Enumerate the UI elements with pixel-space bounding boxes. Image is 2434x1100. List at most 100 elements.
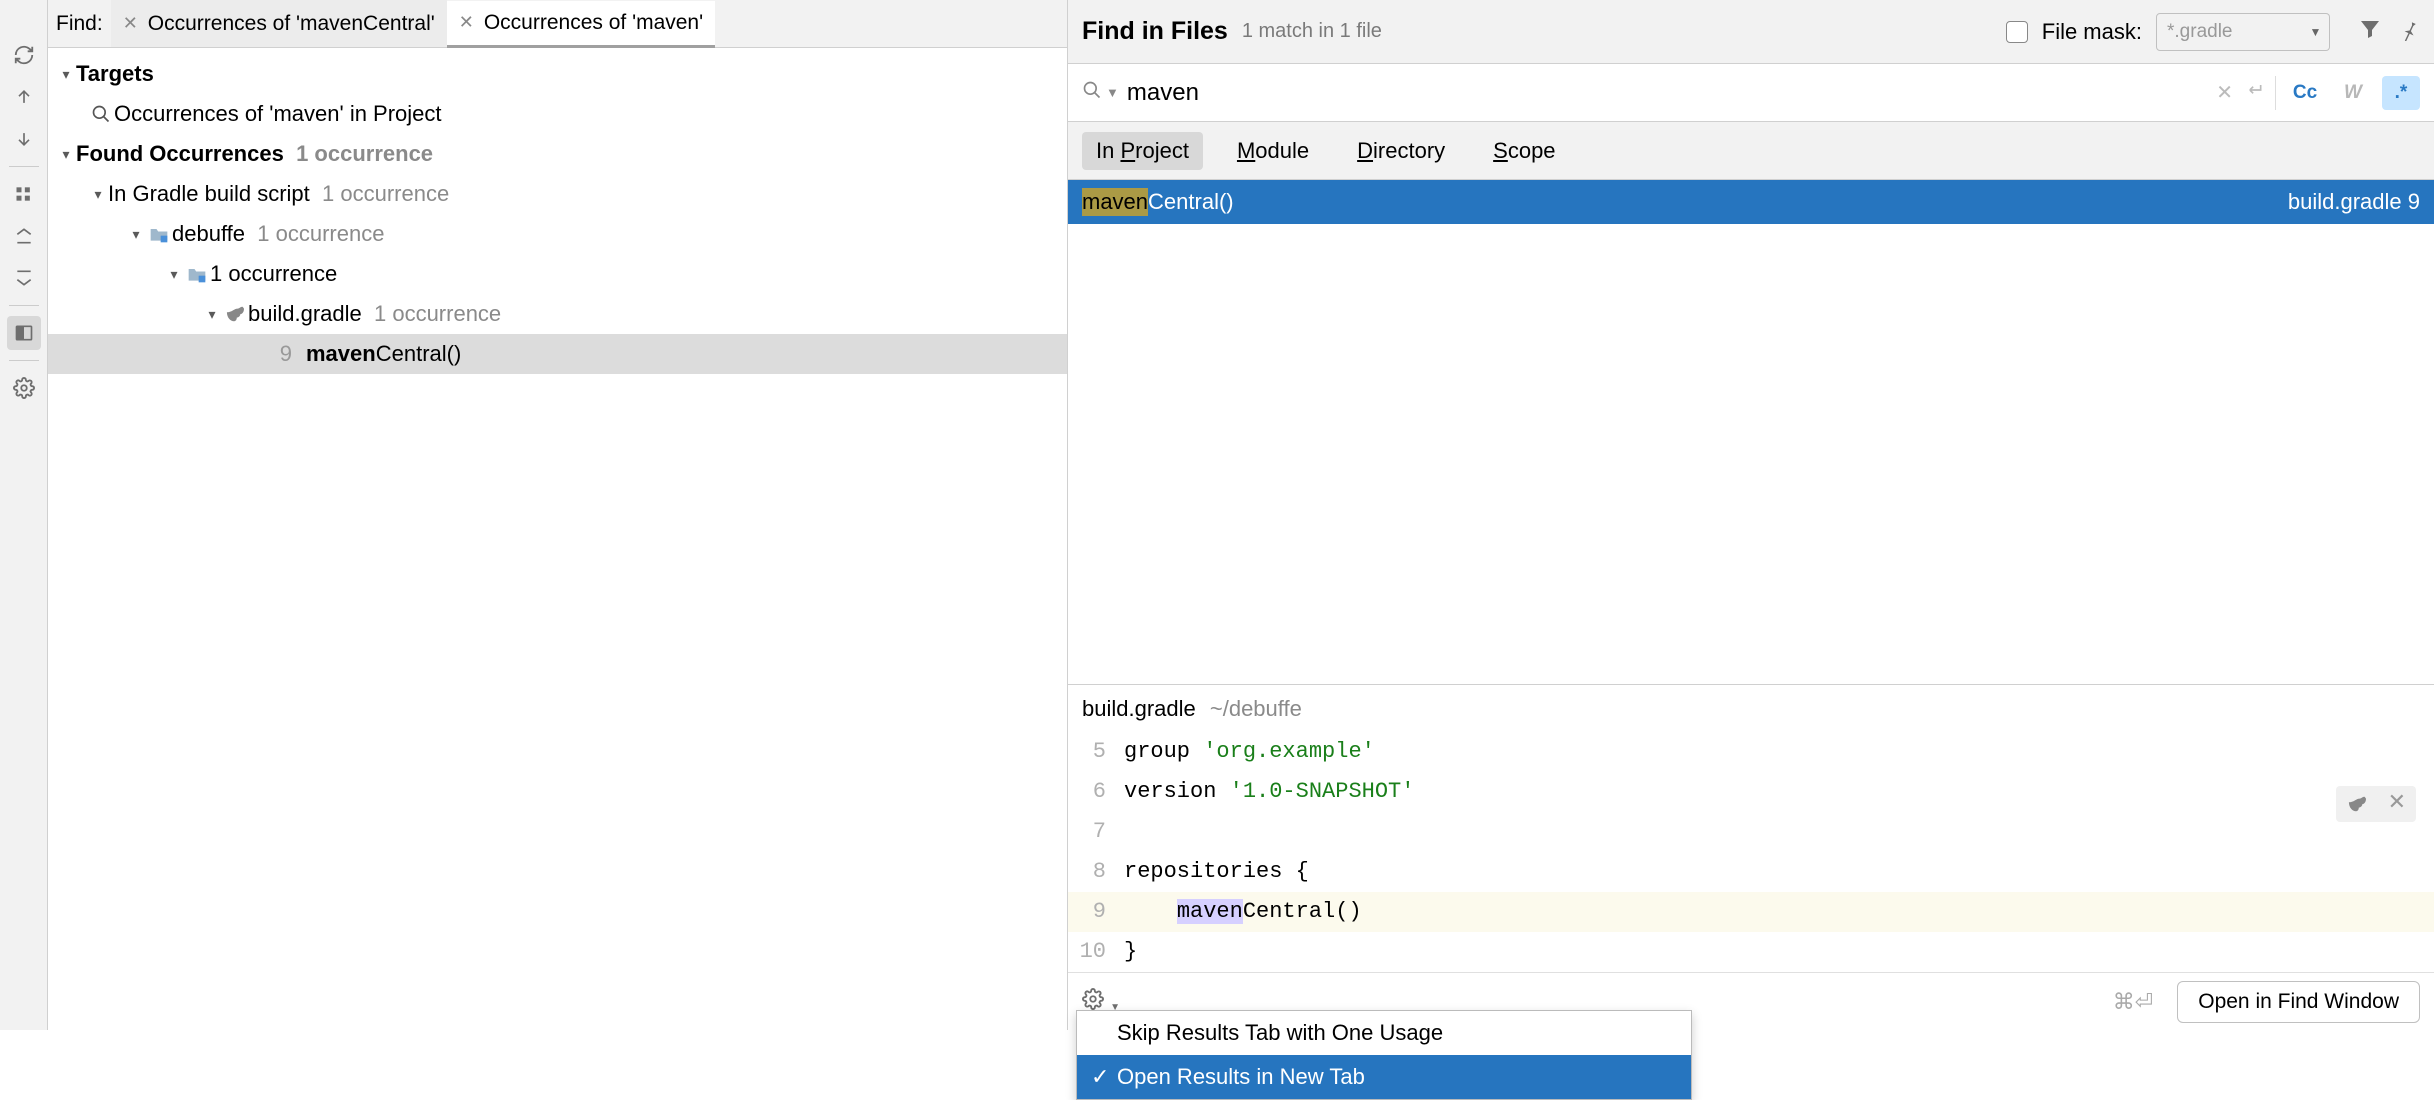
popup-skip-results[interactable]: Skip Results Tab with One Usage	[1077, 1011, 1691, 1055]
gutter-line: 8	[1068, 852, 1124, 892]
result-row[interactable]: mavenCentral() build.gradle 9	[1068, 180, 2434, 224]
chevron-down-icon[interactable]: ▾	[202, 306, 222, 323]
tree-label: build.gradle	[248, 301, 362, 327]
case-sensitive-toggle[interactable]: Cc	[2286, 76, 2324, 110]
whole-word-toggle[interactable]: W	[2334, 76, 2372, 110]
find-tab-mavencentral[interactable]: ✕ Occurrences of 'mavenCentral'	[111, 0, 447, 47]
gradle-reload-inlay[interactable]: ✕	[2336, 786, 2416, 822]
separator	[2275, 76, 2276, 110]
tree-node-module[interactable]: ▾ 1 occurrence	[48, 254, 1067, 294]
tab-label: Occurrences of 'maven'	[484, 11, 703, 35]
find-tab-maven[interactable]: ✕ Occurrences of 'maven'	[447, 1, 715, 48]
file-mask-checkbox[interactable]	[2006, 21, 2028, 43]
result-match-rest: Central()	[1148, 189, 1234, 215]
find-in-files-dialog: Find in Files 1 match in 1 file File mas…	[1068, 0, 2434, 1030]
arrow-up-icon[interactable]	[7, 80, 41, 114]
chevron-down-icon[interactable]: ▾	[56, 146, 76, 163]
tree-node-match[interactable]: 9 mavenCentral()	[48, 334, 1067, 374]
tab-label: Occurrences of 'mavenCentral'	[148, 12, 435, 36]
arrow-down-icon[interactable]	[7, 122, 41, 156]
tree-node-search-desc[interactable]: Occurrences of 'maven' in Project	[48, 94, 1067, 134]
find-panel: Find: ✕ Occurrences of 'mavenCentral' ✕ …	[48, 0, 1068, 1030]
tree-count: 1 occurrence	[296, 141, 433, 167]
group-icon[interactable]	[7, 177, 41, 211]
folder-icon	[146, 225, 172, 243]
dialog-header: Find in Files 1 match in 1 file File mas…	[1068, 0, 2434, 64]
clear-icon[interactable]: ✕	[2216, 80, 2233, 105]
popup-open-new-tab[interactable]: ✓ Open Results in New Tab	[1077, 1055, 1691, 1099]
toolbar-separator	[9, 360, 39, 361]
find-header: Find: ✕ Occurrences of 'mavenCentral' ✕ …	[48, 0, 1067, 48]
results-empty-area	[1068, 224, 2434, 684]
left-toolbar	[0, 0, 48, 1030]
gear-popup: Skip Results Tab with One Usage ✓ Open R…	[1076, 1010, 1692, 1100]
tree-label: In Gradle build script	[108, 181, 310, 207]
gutter-line: 9	[1068, 892, 1124, 932]
chevron-down-icon[interactable]: ▾	[88, 186, 108, 203]
close-icon[interactable]: ✕	[459, 12, 474, 33]
newline-icon[interactable]	[2243, 80, 2265, 106]
preview-path: ~/debuffe	[1210, 696, 1302, 722]
toolbar-separator	[9, 305, 39, 306]
toolbar-separator	[9, 166, 39, 167]
filter-icon[interactable]	[2358, 17, 2382, 47]
scope-scope[interactable]: Scope	[1479, 132, 1569, 170]
dialog-title: Find in Files	[1082, 17, 1228, 46]
file-mask-label: File mask:	[2042, 19, 2142, 45]
dialog-subtitle: 1 match in 1 file	[1242, 20, 1382, 43]
dialog-footer: ▼ ⌘⏎ Open in Find Window Skip Results Ta…	[1068, 972, 2434, 1030]
collapse-all-icon[interactable]	[7, 261, 41, 295]
folder-icon	[184, 265, 210, 283]
tree-label: Found Occurrences	[76, 141, 284, 167]
settings-icon[interactable]	[7, 371, 41, 405]
scope-row: In Project Module Directory Scope	[1068, 122, 2434, 180]
chevron-down-icon[interactable]: ▼	[2302, 13, 2330, 51]
tree-node-file[interactable]: ▾ build.gradle 1 occurrence	[48, 294, 1067, 334]
result-file-label: build.gradle 9	[2288, 189, 2420, 215]
tree-node-project[interactable]: ▾ debuffe 1 occurrence	[48, 214, 1067, 254]
find-label: Find:	[56, 12, 103, 36]
code-preview[interactable]: 5 group 'org.example' 6 version '1.0-SNA…	[1068, 732, 2434, 972]
regex-toggle[interactable]: .*	[2382, 76, 2420, 110]
preview-header: build.gradle ~/debuffe	[1068, 684, 2434, 732]
close-icon[interactable]: ✕	[123, 13, 138, 34]
chevron-down-icon[interactable]: ▾	[126, 226, 146, 243]
pin-icon[interactable]	[2396, 17, 2420, 47]
tree-label: debuffe	[172, 221, 245, 247]
chevron-down-icon[interactable]: ▾	[56, 66, 76, 83]
match-text: Central()	[376, 341, 462, 367]
close-icon[interactable]: ✕	[2388, 784, 2406, 824]
gutter-line: 10	[1068, 932, 1124, 972]
check-icon: ✓	[1091, 1064, 1117, 1090]
shortcut-hint: ⌘⏎	[2113, 989, 2153, 1015]
tree-node-category[interactable]: ▾ In Gradle build script 1 occurrence	[48, 174, 1067, 214]
tree-count: 1 occurrence	[257, 221, 384, 247]
tree-node-targets[interactable]: ▾ Targets	[48, 54, 1067, 94]
tree-count: 1 occurrence	[322, 181, 449, 207]
chevron-down-icon[interactable]: ▼	[1106, 85, 1119, 100]
gradle-icon	[222, 305, 248, 323]
gutter-line: 7	[1068, 812, 1124, 852]
tree-count: 1 occurrence	[374, 301, 501, 327]
scope-directory[interactable]: Directory	[1343, 132, 1459, 170]
scope-in-project[interactable]: In Project	[1082, 132, 1203, 170]
search-row: ▼ ✕ Cc W .*	[1068, 64, 2434, 122]
search-input[interactable]	[1127, 79, 2216, 107]
expand-all-icon[interactable]	[7, 219, 41, 253]
preview-icon[interactable]	[7, 316, 41, 350]
tree-count: 1 occurrence	[210, 261, 337, 287]
tree-node-found[interactable]: ▾ Found Occurrences 1 occurrence	[48, 134, 1067, 174]
preview-file: build.gradle	[1082, 696, 1196, 722]
chevron-down-icon[interactable]: ▾	[164, 266, 184, 283]
results-tree: ▾ Targets Occurrences of 'maven' in Proj…	[48, 48, 1067, 1030]
search-icon	[88, 104, 114, 124]
tree-label: Occurrences of 'maven' in Project	[114, 101, 442, 127]
file-mask-input[interactable]: *.gradle	[2156, 13, 2306, 51]
tree-label: Targets	[76, 61, 154, 87]
refresh-icon[interactable]	[7, 38, 41, 72]
search-icon	[1082, 80, 1102, 106]
scope-module[interactable]: Module	[1223, 132, 1323, 170]
line-number: 9	[244, 341, 292, 367]
gutter-line: 6	[1068, 772, 1124, 812]
open-in-find-window-button[interactable]: Open in Find Window	[2177, 981, 2420, 1023]
